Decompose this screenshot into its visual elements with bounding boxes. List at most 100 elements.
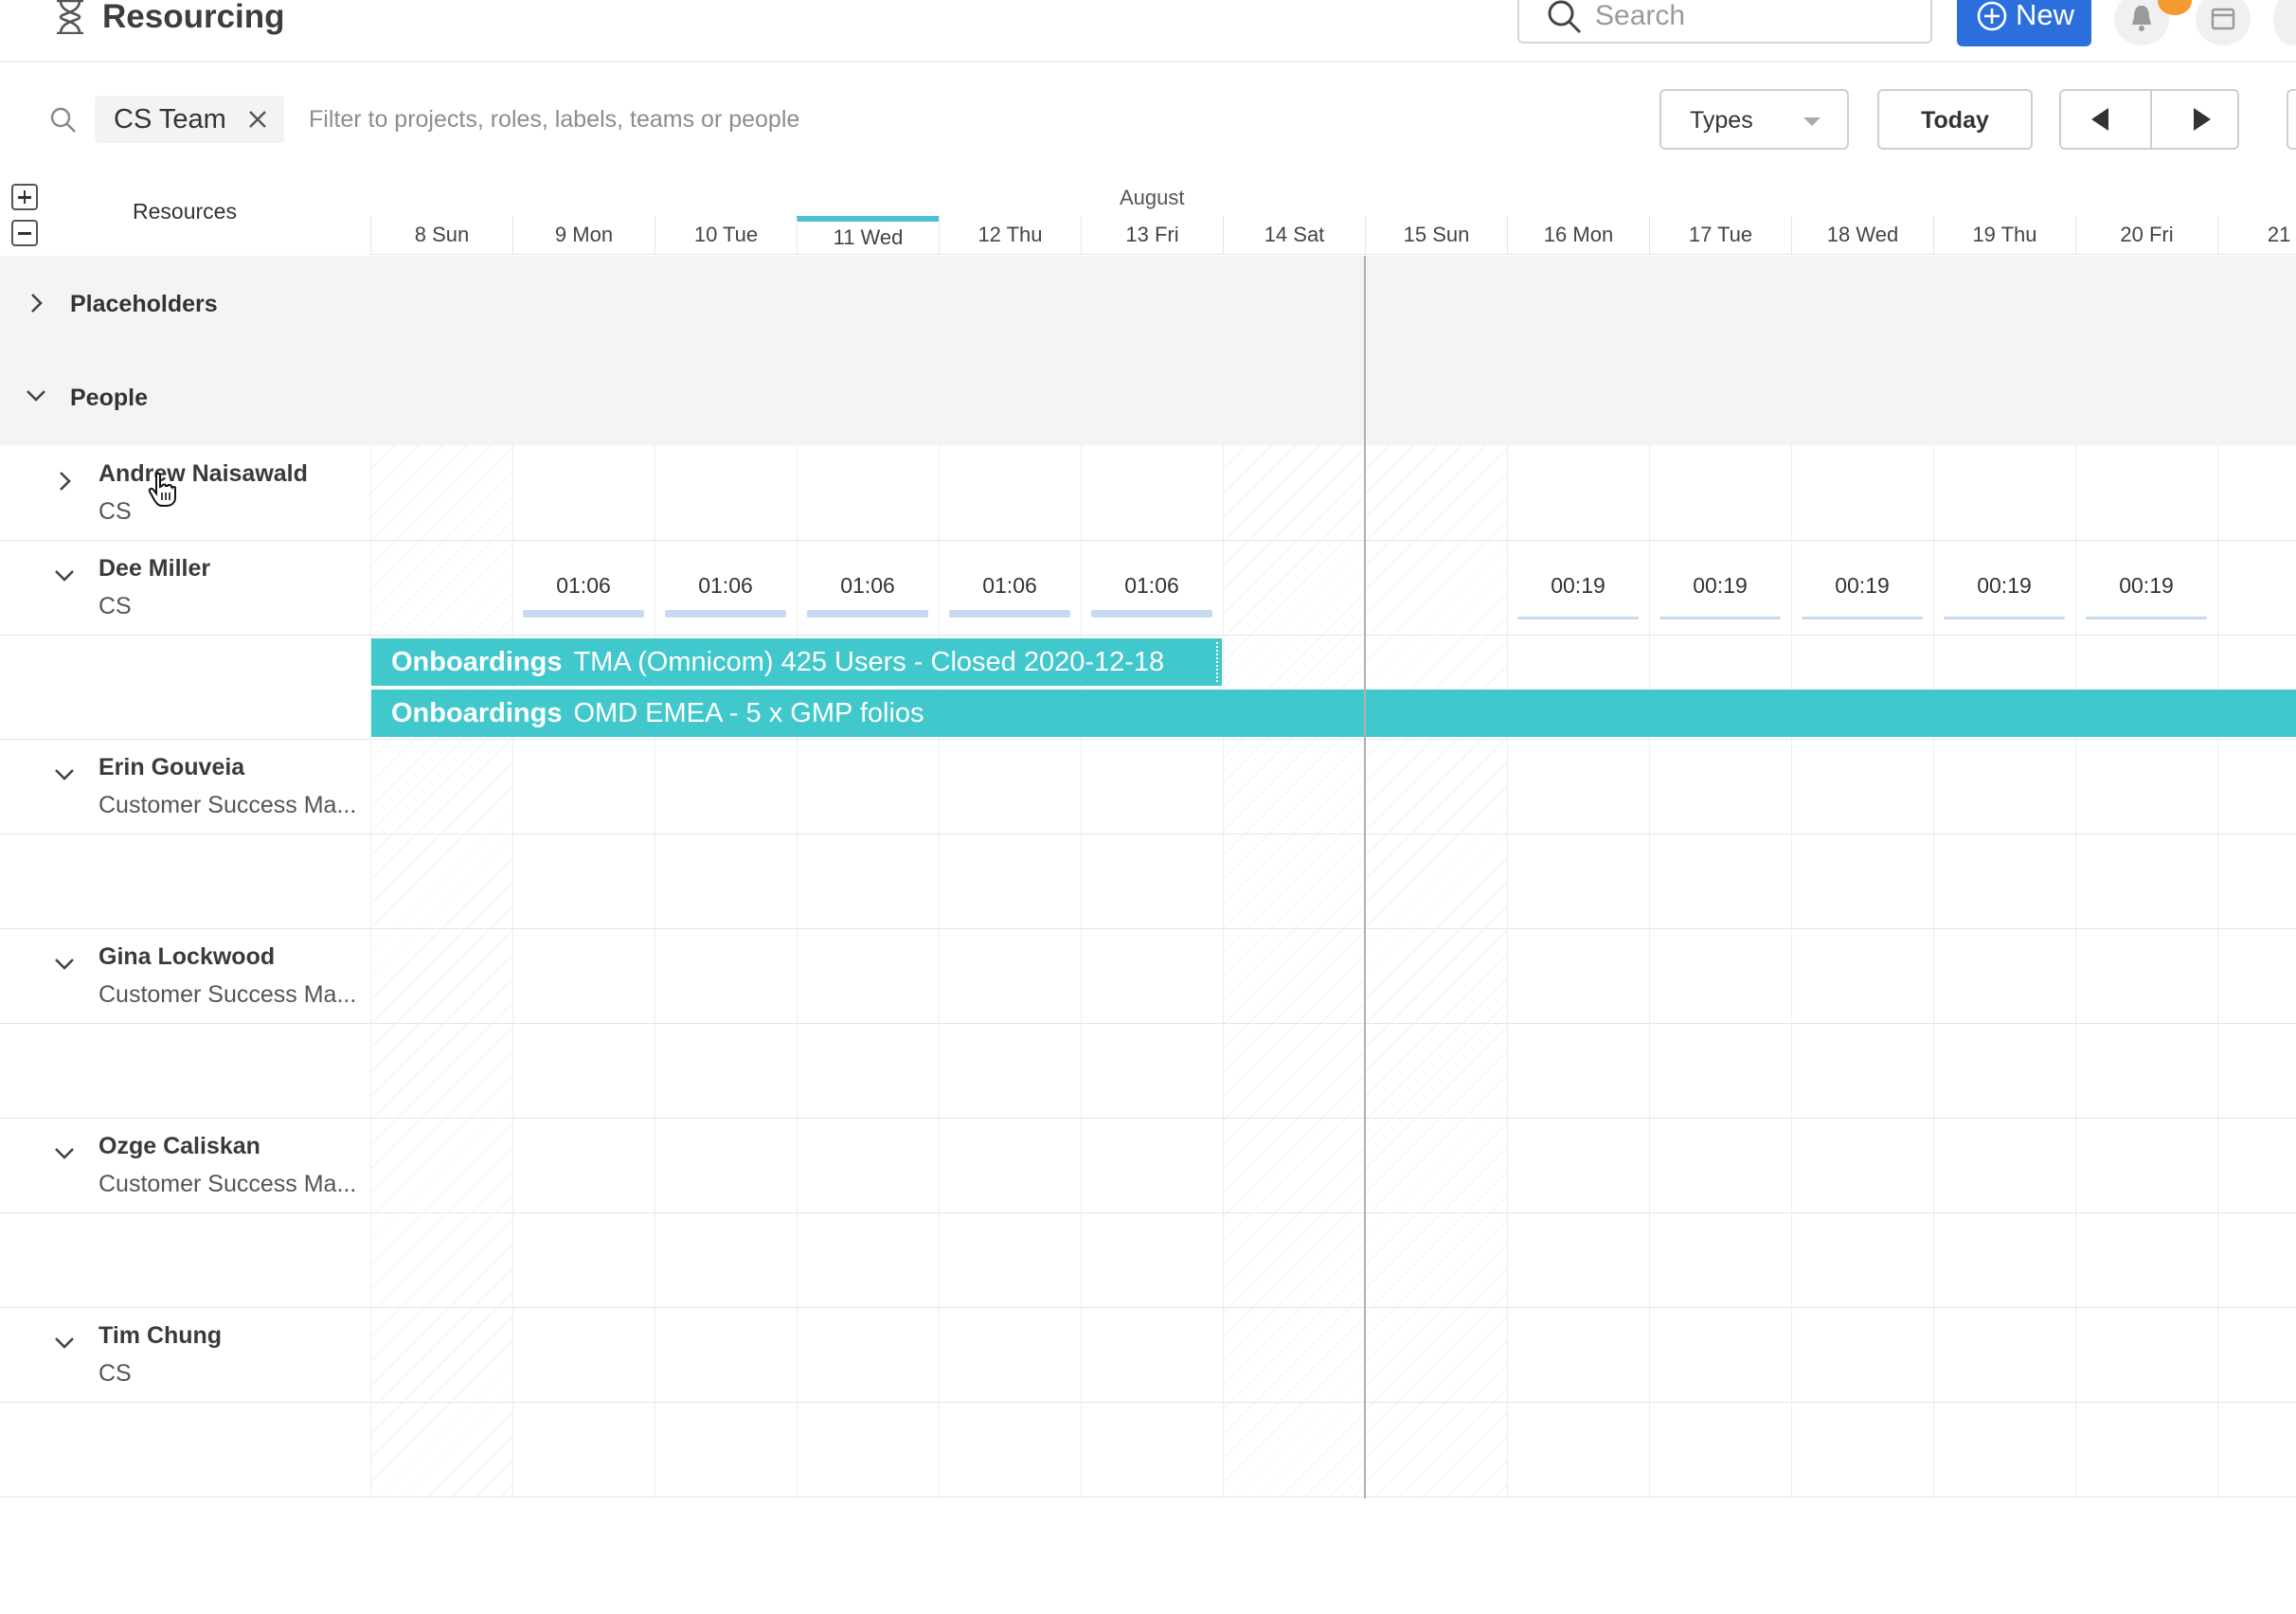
new-button[interactable]: New	[1957, 0, 2091, 46]
hours-label: 01:06	[698, 573, 753, 598]
day-header: 16 Mon	[1507, 216, 1649, 254]
person-name[interactable]: Tim Chung	[99, 1322, 222, 1350]
person-name[interactable]: Erin Gouveia	[99, 754, 244, 781]
hours-bar	[1091, 610, 1212, 618]
group-label-people: People	[70, 385, 148, 411]
week-boundary-line	[1364, 256, 1366, 1498]
column-divider	[370, 445, 371, 1498]
row-divider	[0, 1212, 2296, 1213]
person-role: CS	[99, 1360, 132, 1387]
column-divider	[1791, 445, 1792, 1498]
minus-icon	[18, 232, 31, 235]
hours-label: 00:19	[1835, 573, 1890, 598]
person-role: Customer Success Ma...	[99, 792, 357, 818]
chevron-down-icon	[1803, 117, 1821, 126]
hours-label: 00:19	[1977, 573, 2032, 598]
close-icon[interactable]	[246, 108, 269, 131]
day-header: 13 Fri	[1081, 216, 1223, 254]
hours-label: 01:06	[840, 573, 895, 598]
hours-bar	[1659, 617, 1781, 619]
assignment-project: TMA (Omnicom) 425 Users - Closed 2020-12…	[573, 647, 1165, 677]
hours-bar	[2086, 617, 2207, 619]
today-label: Today	[1921, 107, 1989, 134]
row-divider	[0, 540, 2296, 541]
column-divider	[939, 445, 940, 1498]
assignment-type: Onboardings	[391, 647, 563, 677]
day-header: 19 Thu	[1933, 216, 2075, 254]
person-name[interactable]: Ozge Caliskan	[99, 1133, 260, 1160]
day-header: 8 Sun	[370, 216, 512, 254]
types-dropdown[interactable]: Types	[1659, 89, 1849, 150]
chevron-down-icon[interactable]	[53, 953, 76, 976]
hours-label: 01:06	[556, 573, 611, 598]
filter-input[interactable]: Filter to projects, roles, labels, teams…	[309, 106, 799, 134]
hand-cursor-icon	[148, 472, 176, 507]
day-header: 14 Sat	[1223, 216, 1365, 254]
column-divider	[1223, 445, 1224, 1498]
search-placeholder: Search	[1595, 0, 1686, 31]
day-header: 21 S	[2217, 216, 2296, 254]
assignment-bar-tma[interactable]: Onboardings TMA (Omnicom) 425 Users - Clo…	[371, 638, 1222, 686]
row-divider	[0, 1307, 2296, 1308]
group-row-placeholders[interactable]: Placeholders	[0, 256, 2296, 350]
day-header: 20 Fri	[2075, 216, 2217, 254]
weekend-column	[1223, 445, 1365, 1498]
assignment-type: Onboardings	[391, 698, 563, 728]
row-divider	[0, 739, 2296, 740]
person-role: CS	[99, 593, 132, 619]
chevron-right-icon[interactable]	[25, 292, 47, 314]
row-divider	[0, 928, 2296, 929]
chevron-right-icon[interactable]	[53, 470, 76, 493]
chevron-down-icon[interactable]	[53, 565, 76, 587]
row-divider	[0, 1118, 2296, 1119]
group-label-placeholders: Placeholders	[70, 291, 218, 317]
chevron-down-icon[interactable]	[53, 763, 76, 786]
row-divider	[0, 1023, 2296, 1024]
assignment-project: OMD EMEA - 5 x GMP folios	[573, 698, 924, 728]
row-divider	[0, 1402, 2296, 1403]
person-name[interactable]: Gina Lockwood	[99, 943, 275, 971]
calendar-button[interactable]	[2196, 0, 2251, 45]
day-header: 15 Sun	[1365, 216, 1507, 254]
column-divider	[2075, 445, 2076, 1498]
day-header: 10 Tue	[655, 216, 797, 254]
chevron-down-icon[interactable]	[53, 1332, 76, 1354]
page-title: Resourcing	[102, 0, 285, 35]
view-toggle-button[interactable]	[2287, 89, 2296, 150]
person-role: Customer Success Ma...	[99, 1171, 357, 1197]
person-name[interactable]: Dee Miller	[99, 555, 210, 583]
today-button[interactable]: Today	[1877, 89, 2033, 150]
next-arrow-icon[interactable]	[2194, 108, 2211, 131]
hourglass-icon	[57, 0, 83, 34]
group-row-people[interactable]: People	[0, 350, 2296, 445]
day-header: 9 Mon	[512, 216, 655, 254]
resources-column-header: Resources	[133, 199, 237, 224]
person-role: Customer Success Ma...	[99, 981, 357, 1008]
search-input[interactable]: Search	[1517, 0, 1932, 44]
filter-chip-label: CS Team	[114, 104, 226, 134]
filter-chip-cs-team[interactable]: CS Team	[95, 96, 284, 143]
avatar[interactable]	[2273, 0, 2296, 45]
hours-bar	[1517, 617, 1639, 619]
nav-divider	[2150, 91, 2152, 148]
hours-bar	[523, 610, 644, 618]
column-divider	[2217, 445, 2218, 1498]
column-divider	[797, 445, 798, 1498]
resize-handle[interactable]	[1216, 642, 1222, 682]
row-divider	[0, 635, 2296, 636]
calendar-header-divider	[369, 254, 2296, 255]
search-icon	[50, 107, 76, 133]
hours-bar	[1944, 617, 2065, 619]
column-divider	[1081, 445, 1082, 1498]
chevron-down-icon[interactable]	[25, 385, 47, 407]
column-divider	[512, 445, 513, 1498]
day-header: 11 Wed	[797, 216, 939, 254]
hours-label: 01:06	[982, 573, 1037, 598]
assignment-bar-omd[interactable]: Onboardings OMD EMEA - 5 x GMP folios	[371, 690, 2296, 737]
new-button-label: New	[2016, 0, 2075, 31]
person-name[interactable]: Andrew Naisawald	[99, 460, 308, 488]
previous-arrow-icon[interactable]	[2091, 108, 2108, 131]
search-icon	[1548, 0, 1582, 34]
hours-bar	[949, 610, 1070, 618]
chevron-down-icon[interactable]	[53, 1142, 76, 1165]
